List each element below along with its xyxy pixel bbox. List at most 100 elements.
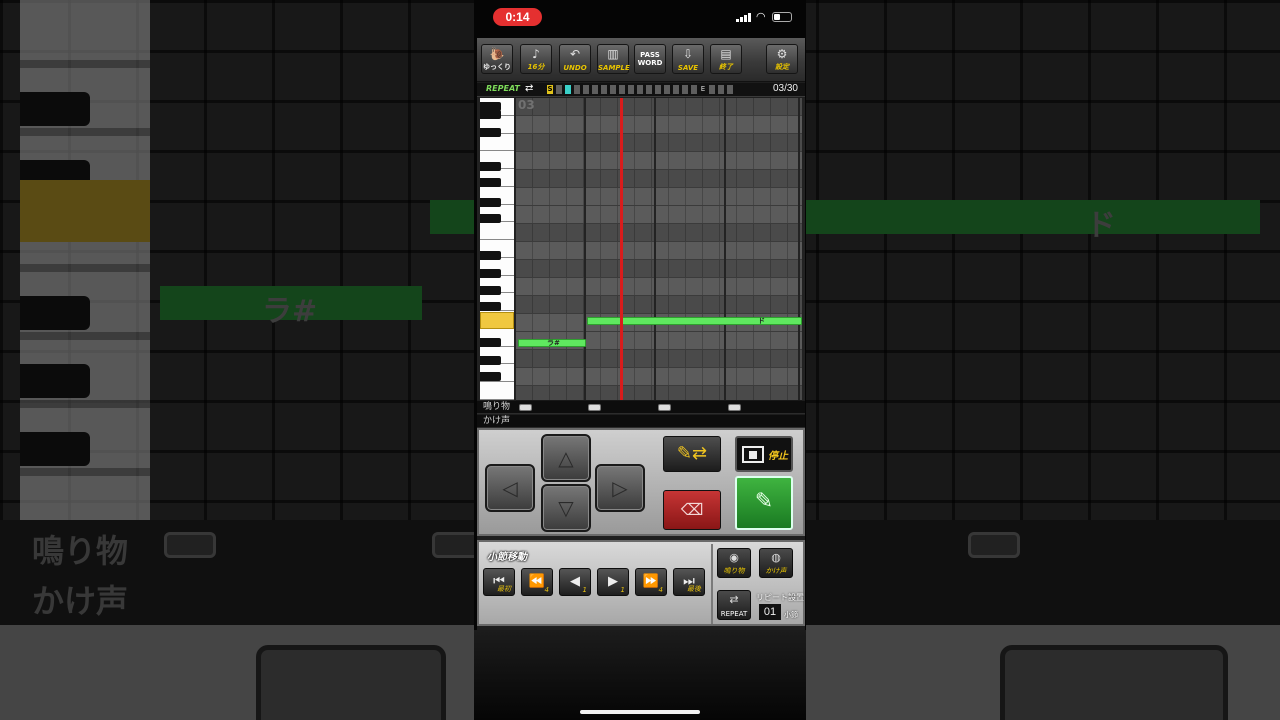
measure-cell[interactable] bbox=[592, 85, 598, 94]
measure-cell[interactable] bbox=[574, 85, 580, 94]
measure-cell[interactable] bbox=[718, 85, 724, 94]
taiko-composer-app: 🐌 ゆっくり ♪ 16分 ↶ UNDO ▥ SAMPLE PASS WORD ⇩… bbox=[477, 38, 805, 630]
settings-label: 設定 bbox=[775, 63, 789, 71]
measure-cell[interactable] bbox=[556, 85, 562, 94]
percussion-toggle-label: 鳴り物 bbox=[723, 567, 745, 575]
note[interactable]: ラ# bbox=[518, 339, 586, 347]
btn-num: 1 bbox=[620, 586, 625, 594]
white-key[interactable] bbox=[480, 222, 514, 241]
measure-move-panel: 小節移動 ⏮ 最初 ⏪ 4 ◀ 1 ▶ 1 ⏩ 4 ⏭ 最後 ◉ 鳴り物 ◍ か… bbox=[477, 540, 805, 626]
voice-toggle-button[interactable]: ◍ かけ声 bbox=[759, 548, 793, 578]
undo-label: UNDO bbox=[563, 64, 587, 72]
slow-button[interactable]: 🐌 ゆっくり bbox=[481, 44, 513, 74]
stop-label: 停止 bbox=[768, 451, 788, 462]
measure-cell[interactable] bbox=[628, 85, 634, 94]
measure-cell[interactable] bbox=[583, 85, 589, 94]
repeat-button[interactable]: ⇄ REPEAT bbox=[717, 590, 751, 620]
percussion-row[interactable]: 鳴り物 bbox=[477, 401, 805, 414]
lane-shade bbox=[516, 350, 802, 367]
black-key[interactable] bbox=[480, 356, 501, 365]
measure-cell[interactable] bbox=[691, 85, 697, 94]
exit-button[interactable]: ▤ 終了 bbox=[710, 44, 742, 74]
measure-cell[interactable] bbox=[565, 85, 571, 94]
black-key[interactable] bbox=[480, 302, 501, 311]
drum-hit[interactable] bbox=[519, 404, 532, 411]
note-length-button[interactable]: ♪ 16分 bbox=[520, 44, 552, 74]
recording-time: 0:14 bbox=[493, 8, 542, 26]
phone-screen: 0:14 ◠ 🐌 ゆっくり ♪ 16分 ↶ UNDO ▥ SAMPLE PASS… bbox=[474, 0, 806, 720]
undo-button[interactable]: ↶ UNDO bbox=[559, 44, 591, 74]
repeat-bar: REPEAT ⇄ SE 03/30 bbox=[477, 83, 805, 97]
measure-cell[interactable] bbox=[610, 85, 616, 94]
pen-button[interactable]: ✎ bbox=[735, 476, 793, 530]
drum-hit[interactable] bbox=[588, 404, 601, 411]
repeat-label: REPEAT bbox=[486, 84, 520, 93]
lane-shade bbox=[516, 224, 802, 241]
black-key[interactable] bbox=[480, 269, 501, 278]
forward-4-button[interactable]: ⏩ 4 bbox=[635, 568, 667, 596]
save-button[interactable]: ⇩ SAVE bbox=[672, 44, 704, 74]
black-key[interactable] bbox=[480, 198, 501, 207]
drum-hit[interactable] bbox=[728, 404, 741, 411]
btn-num: 最初 bbox=[497, 585, 511, 593]
measure-cell[interactable]: E bbox=[700, 85, 706, 94]
measure-cell[interactable] bbox=[637, 85, 643, 94]
black-key[interactable] bbox=[480, 251, 501, 260]
note-label: ラ# bbox=[547, 339, 560, 347]
stop-button[interactable]: 停止 bbox=[735, 436, 793, 472]
last-measure-button[interactable]: ⏭ 最後 bbox=[673, 568, 705, 596]
settings-button[interactable]: ⚙ 設定 bbox=[766, 44, 798, 74]
left-button[interactable]: ◁ bbox=[485, 464, 535, 512]
btn-num: 4 bbox=[658, 586, 663, 594]
measure-cell[interactable] bbox=[664, 85, 670, 94]
measure-move-title: 小節移動 bbox=[487, 552, 527, 563]
eraser-button[interactable]: ⌫ bbox=[663, 490, 721, 530]
password-button[interactable]: PASS WORD bbox=[634, 44, 666, 74]
note-label: ド bbox=[758, 317, 765, 325]
black-key[interactable] bbox=[480, 162, 501, 171]
black-key[interactable] bbox=[480, 178, 501, 187]
piano-keyboard[interactable] bbox=[480, 98, 514, 400]
drum-hit[interactable] bbox=[658, 404, 671, 411]
black-key[interactable] bbox=[480, 214, 501, 223]
up-button[interactable]: △ bbox=[541, 434, 591, 482]
black-key[interactable] bbox=[480, 110, 501, 119]
white-key[interactable] bbox=[480, 382, 514, 400]
measure-cell[interactable] bbox=[673, 85, 679, 94]
lane-shade bbox=[516, 260, 802, 277]
measure-cell[interactable] bbox=[655, 85, 661, 94]
back-4-button[interactable]: ⏪ 4 bbox=[521, 568, 553, 596]
sample-button[interactable]: ▥ SAMPLE bbox=[597, 44, 630, 74]
measure-cell[interactable] bbox=[727, 85, 733, 94]
voice-row[interactable]: かけ声 bbox=[477, 415, 805, 428]
measure-counter: 03/30 bbox=[772, 83, 798, 94]
measure-cell[interactable] bbox=[682, 85, 688, 94]
black-key[interactable] bbox=[480, 286, 501, 295]
right-button[interactable]: ▷ bbox=[595, 464, 645, 512]
arrow-left-icon: ◁ bbox=[502, 476, 518, 500]
measure-cell[interactable] bbox=[601, 85, 607, 94]
down-button[interactable]: ▽ bbox=[541, 484, 591, 532]
repeat-icon: ⇄ bbox=[525, 83, 534, 94]
selected-key[interactable] bbox=[480, 312, 514, 329]
percussion-toggle-button[interactable]: ◉ 鳴り物 bbox=[717, 548, 751, 578]
measure-cell[interactable]: S bbox=[547, 85, 553, 94]
black-key[interactable] bbox=[480, 128, 501, 137]
repeat-count[interactable]: 01 bbox=[759, 604, 781, 620]
lane-shade bbox=[516, 170, 802, 187]
note-grid[interactable]: 03 ラ# ド bbox=[516, 98, 802, 403]
measure-sequence[interactable]: SE bbox=[547, 85, 737, 95]
back-1-button[interactable]: ◀ 1 bbox=[559, 568, 591, 596]
mode-switch-button[interactable]: ✎⇄ bbox=[663, 436, 721, 472]
black-key[interactable] bbox=[480, 372, 501, 381]
measure-cell[interactable] bbox=[646, 85, 652, 94]
black-key[interactable] bbox=[480, 338, 501, 347]
signal-icon bbox=[736, 12, 752, 22]
forward-1-button[interactable]: ▶ 1 bbox=[597, 568, 629, 596]
home-indicator[interactable] bbox=[580, 710, 700, 714]
measure-cell[interactable] bbox=[619, 85, 625, 94]
save-icon: ⇩ bbox=[682, 47, 694, 61]
beat-line bbox=[798, 98, 800, 400]
measure-cell[interactable] bbox=[709, 85, 715, 94]
first-measure-button[interactable]: ⏮ 最初 bbox=[483, 568, 515, 596]
